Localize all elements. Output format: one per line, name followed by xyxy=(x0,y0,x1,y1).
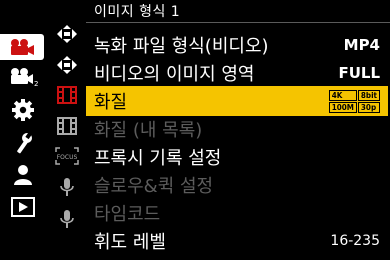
focus-frame-icon: FOCUS xyxy=(55,147,79,165)
badge-bitrate: 100M xyxy=(328,101,357,113)
person-icon xyxy=(14,165,32,185)
focus-frame-label: FOCUS xyxy=(57,154,78,161)
subtab-image-format-1[interactable] xyxy=(52,83,82,107)
subtab-af-2[interactable] xyxy=(52,53,82,77)
movie-camera-icon xyxy=(11,39,34,55)
menu-item-image-area[interactable]: 비디오의 이미지 영역 FULL xyxy=(86,58,388,88)
tab-playback[interactable] xyxy=(4,194,42,220)
menu-item-label: 휘도 레벨 xyxy=(94,232,166,253)
menu-item-slow-quick[interactable]: 슬로우&퀵 설정 xyxy=(86,170,388,200)
focus-arrows-icon xyxy=(57,25,77,43)
menu-item-luminance-level[interactable]: 휘도 레벨 16-235 xyxy=(86,226,388,256)
subtab-image-format-2[interactable] xyxy=(52,114,82,138)
badge-frame-rate: 30p xyxy=(357,101,380,113)
menu-item-rec-quality[interactable]: 화질 4K 8bit 100M 30p xyxy=(86,86,388,116)
menu-item-label: 프록시 기록 설정 xyxy=(94,148,222,169)
tab-my-menu[interactable] xyxy=(4,162,42,188)
menu-item-value: MP4 xyxy=(343,36,380,54)
subtab-focus[interactable]: FOCUS xyxy=(52,144,82,168)
header-divider xyxy=(86,22,390,23)
tab-video-2[interactable]: 2 xyxy=(4,64,42,90)
menu-item-value: 16-235 xyxy=(330,233,380,249)
subtab-af-1[interactable] xyxy=(52,22,82,46)
menu-item-proxy-rec[interactable]: 프록시 기록 설정 xyxy=(86,142,388,172)
svg-text:2: 2 xyxy=(34,80,38,87)
wrench-icon xyxy=(17,132,33,154)
microphone-icon xyxy=(60,178,74,196)
badge-resolution: 4K xyxy=(328,89,357,101)
menu-item-label: 타임코드 xyxy=(94,204,161,225)
playback-icon xyxy=(11,197,35,217)
menu-item-rec-file-format[interactable]: 녹화 파일 형식(비디오) MP4 xyxy=(86,30,388,60)
tab-setup[interactable] xyxy=(4,130,42,156)
menu-item-label: 비디오의 이미지 영역 xyxy=(94,64,255,85)
subtab-audio-2[interactable] xyxy=(52,207,82,231)
rec-quality-badge: 4K 8bit 100M 30p xyxy=(328,89,380,113)
microphone-icon xyxy=(60,210,74,228)
tab-video-1[interactable] xyxy=(0,34,44,60)
film-strip-icon xyxy=(57,86,77,104)
camera-menu-screen: 2 FOCUS 이미지 형식 1 녹화 파일 형식(비디오) MP4 비디오의 … xyxy=(0,0,390,260)
menu-item-label: 화질 (내 목록) xyxy=(94,120,203,141)
page-title: 이미지 형식 1 xyxy=(94,4,181,20)
menu-item-label: 녹화 파일 형식(비디오) xyxy=(94,36,269,57)
subtab-audio-1[interactable] xyxy=(52,175,82,199)
menu-item-time-code[interactable]: 타임코드 xyxy=(86,198,388,228)
movie-camera-2-icon: 2 xyxy=(11,68,38,87)
badge-bit-depth: 8bit xyxy=(357,89,380,101)
menu-item-value: FULL xyxy=(338,64,380,82)
gear-icon xyxy=(12,99,34,121)
menu-item-label: 슬로우&퀵 설정 xyxy=(94,176,214,197)
menu-item-label: 화질 xyxy=(94,92,128,113)
menu-item-rec-quality-my-list[interactable]: 화질 (내 목록) xyxy=(86,114,388,144)
tab-custom[interactable] xyxy=(4,97,42,123)
film-strip-icon xyxy=(57,117,77,135)
focus-arrows-icon xyxy=(57,56,77,74)
